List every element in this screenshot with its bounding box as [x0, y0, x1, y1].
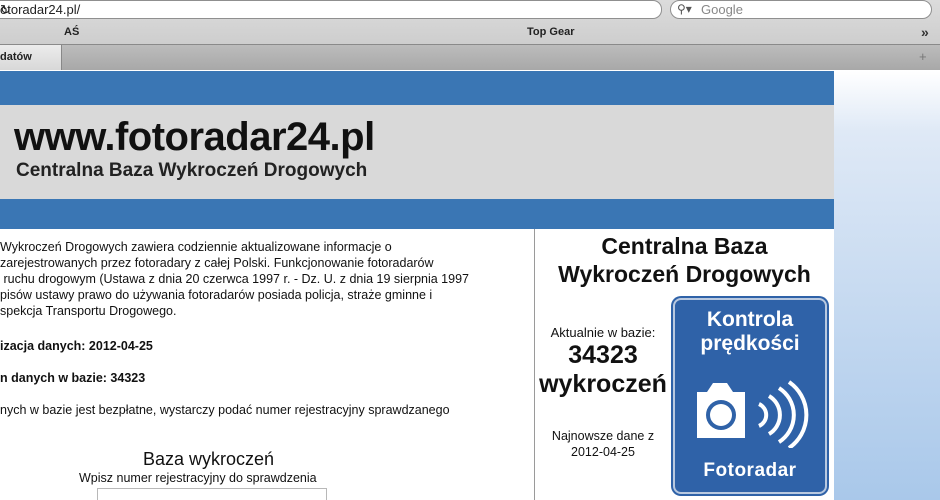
address-text: otoradar24.pl/: [0, 2, 81, 17]
browser-chrome: otoradar24.pl/ ↻ ⚲▾ Google AŚ Top Gear »…: [0, 0, 940, 70]
page-content: www.fotoradar24.pl Centralna Baza Wykroc…: [0, 71, 834, 500]
header-band-top: [0, 71, 834, 105]
site-header: www.fotoradar24.pl Centralna Baza Wykroc…: [0, 105, 834, 199]
sign-text: Kontrola: [706, 308, 794, 331]
bookmark-item[interactable]: Top Gear: [527, 26, 574, 38]
sign-text: prędkości: [700, 332, 800, 355]
tab-active[interactable]: datów: [0, 45, 62, 70]
search-box[interactable]: ⚲▾ Google: [670, 0, 932, 19]
tab-bar: datów +: [0, 44, 940, 70]
intro-line: ruchu drogowym (Ustawa z dnia 20 czerwca…: [0, 272, 469, 286]
speed-camera-icon: [697, 380, 809, 448]
newest-data-date: 2012-04-25: [571, 445, 635, 459]
intro-line: zarejestrowanych przez fotoradary z całe…: [0, 256, 434, 270]
address-bar[interactable]: otoradar24.pl/ ↻: [0, 0, 662, 19]
intro-line: pisów ustawy prawo do używania fotoradar…: [0, 288, 433, 302]
newest-data-label: Najnowsze dane z: [551, 429, 655, 443]
intro-line: Wykroczeń Drogowych zawiera codziennie a…: [0, 240, 392, 254]
intro-text: Wykroczeń Drogowych zawiera codziennie a…: [0, 239, 534, 319]
count-value: 34323: [568, 341, 638, 369]
reload-icon[interactable]: ↻: [0, 2, 11, 18]
update-date-line: izacja danych: 2012-04-25: [0, 339, 153, 353]
record-count-line: n danych w bazie: 34323: [0, 371, 146, 385]
header-band-bottom: [0, 199, 834, 229]
speed-control-sign[interactable]: Kontrola prędkości Fotoradar: [673, 298, 827, 494]
page-viewport: www.fotoradar24.pl Centralna Baza Wykroc…: [0, 71, 940, 500]
site-subtitle: Centralna Baza Wykroczeń Drogowych: [16, 160, 368, 181]
main-column: Wykroczeń Drogowych zawiera codziennie a…: [0, 229, 534, 500]
plate-number-input[interactable]: [97, 488, 327, 500]
site-title[interactable]: www.fotoradar24.pl: [14, 115, 375, 160]
sidebar-title: Wykroczeń Drogowych: [558, 261, 811, 287]
bookmark-item[interactable]: AŚ: [64, 26, 79, 38]
search-icon: ⚲▾: [677, 2, 692, 16]
bookmarks-bar: AŚ Top Gear »: [0, 24, 940, 42]
free-check-note: nych w bazie jest bezpłatne, wystarczy p…: [0, 403, 450, 417]
sign-text: Fotoradar: [703, 460, 797, 481]
search-hint: Wpisz numer rejestracyjny do sprawdzenia: [79, 471, 317, 485]
new-tab-icon[interactable]: +: [919, 49, 927, 64]
tab-label: datów: [0, 51, 32, 63]
search-section-title: Baza wykroczeń: [143, 449, 275, 469]
search-placeholder: Google: [701, 2, 743, 17]
sidebar: Centralna Baza Wykroczeń Drogowych Aktua…: [535, 229, 834, 500]
count-label: Aktualnie w bazie:: [550, 325, 656, 340]
intro-line: spekcja Transportu Drogowego.: [0, 304, 177, 318]
bookmarks-overflow-icon[interactable]: »: [921, 24, 929, 40]
sidebar-title: Centralna Baza: [601, 233, 768, 259]
count-unit: wykroczeń: [539, 370, 667, 398]
